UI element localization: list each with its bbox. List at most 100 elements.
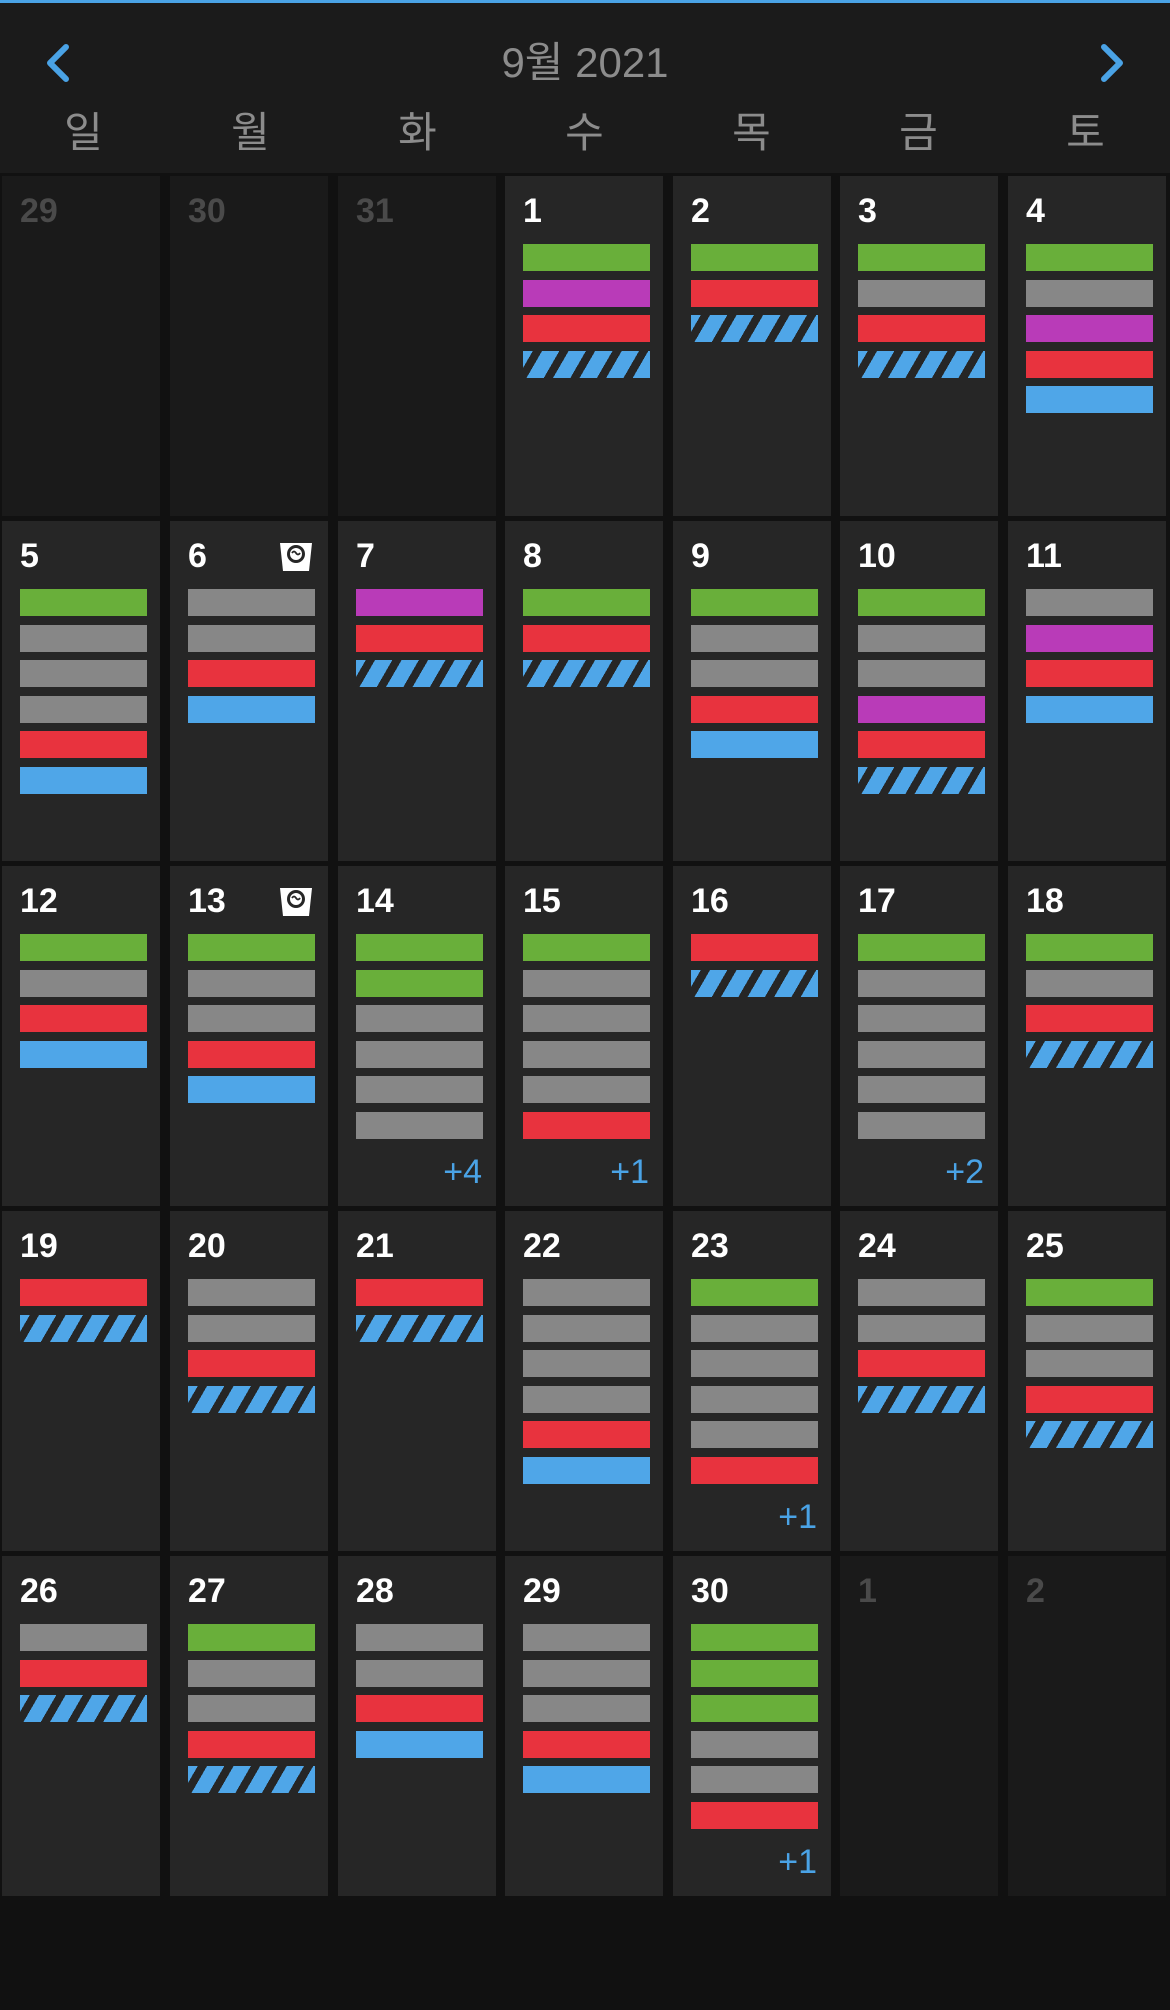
day-cell[interactable]: 16 (673, 866, 831, 1206)
event-bar[interactable] (20, 731, 147, 758)
event-bar[interactable] (691, 244, 818, 271)
event-bar[interactable] (1026, 1040, 1153, 1068)
event-bar[interactable] (20, 934, 147, 961)
event-bar[interactable] (858, 731, 985, 758)
event-bar[interactable] (523, 969, 650, 997)
event-bar[interactable] (523, 1111, 650, 1139)
more-events-count[interactable]: +2 (945, 1153, 984, 1192)
event-bar[interactable] (356, 1730, 483, 1758)
event-bar[interactable] (858, 1076, 985, 1103)
day-cell[interactable]: 15 +1 (505, 866, 663, 1206)
event-bar[interactable] (20, 660, 147, 687)
event-bar[interactable] (858, 934, 985, 961)
event-bar[interactable] (1026, 386, 1153, 413)
event-bar[interactable] (20, 1695, 147, 1722)
event-bar[interactable] (1026, 350, 1153, 378)
event-bar[interactable] (1026, 1005, 1153, 1032)
day-cell[interactable]: 26 (2, 1556, 160, 1896)
event-bar[interactable] (691, 1350, 818, 1377)
day-cell[interactable]: 14 +4 (338, 866, 496, 1206)
event-bar[interactable] (188, 1659, 315, 1687)
day-cell[interactable]: 7 (338, 521, 496, 861)
more-events-count[interactable]: +1 (778, 1498, 817, 1537)
event-bar[interactable] (691, 660, 818, 687)
event-bar[interactable] (523, 1385, 650, 1413)
event-bar[interactable] (356, 934, 483, 961)
event-bar[interactable] (188, 695, 315, 723)
event-bar[interactable] (858, 244, 985, 271)
day-cell[interactable]: 9 (673, 521, 831, 861)
event-bar[interactable] (523, 1279, 650, 1306)
day-cell[interactable]: 24 (840, 1211, 998, 1551)
event-bar[interactable] (523, 1350, 650, 1377)
day-cell[interactable]: 13 (170, 866, 328, 1206)
event-bar[interactable] (523, 660, 650, 687)
event-bar[interactable] (691, 1659, 818, 1687)
day-cell[interactable]: 25 (1008, 1211, 1166, 1551)
event-bar[interactable] (188, 1730, 315, 1758)
event-bar[interactable] (1026, 315, 1153, 342)
event-bar[interactable] (523, 1766, 650, 1793)
event-bar[interactable] (523, 1076, 650, 1103)
event-bar[interactable] (523, 1456, 650, 1484)
day-cell[interactable]: 2 (673, 176, 831, 516)
event-bar[interactable] (188, 1005, 315, 1032)
event-bar[interactable] (1026, 1279, 1153, 1306)
event-bar[interactable] (858, 766, 985, 794)
event-bar[interactable] (20, 1279, 147, 1306)
event-bar[interactable] (1026, 695, 1153, 723)
event-bar[interactable] (523, 1005, 650, 1032)
event-bar[interactable] (356, 589, 483, 616)
event-bar[interactable] (20, 1659, 147, 1687)
event-bar[interactable] (1026, 244, 1153, 271)
event-bar[interactable] (523, 1695, 650, 1722)
event-bar[interactable] (691, 279, 818, 307)
event-bar[interactable] (523, 279, 650, 307)
event-bar[interactable] (858, 315, 985, 342)
event-bar[interactable] (691, 589, 818, 616)
event-bar[interactable] (356, 1279, 483, 1306)
event-bar[interactable] (858, 1005, 985, 1032)
event-bar[interactable] (858, 1385, 985, 1413)
event-bar[interactable] (858, 589, 985, 616)
event-bar[interactable] (523, 1730, 650, 1758)
day-cell[interactable]: 30 (170, 176, 328, 516)
event-bar[interactable] (188, 1695, 315, 1722)
event-bar[interactable] (188, 1385, 315, 1413)
day-cell[interactable]: 29 (505, 1556, 663, 1896)
event-bar[interactable] (20, 1314, 147, 1342)
event-bar[interactable] (188, 1766, 315, 1793)
day-cell[interactable]: 23 +1 (673, 1211, 831, 1551)
event-bar[interactable] (691, 969, 818, 997)
event-bar[interactable] (188, 1279, 315, 1306)
event-bar[interactable] (523, 350, 650, 378)
day-cell[interactable]: 28 (338, 1556, 496, 1896)
event-bar[interactable] (356, 1005, 483, 1032)
event-bar[interactable] (188, 1350, 315, 1377)
day-cell[interactable]: 19 (2, 1211, 160, 1551)
day-cell[interactable]: 4 (1008, 176, 1166, 516)
event-bar[interactable] (523, 1659, 650, 1687)
day-cell[interactable]: 6 (170, 521, 328, 861)
event-bar[interactable] (523, 589, 650, 616)
day-cell[interactable]: 30 +1 (673, 1556, 831, 1896)
day-cell[interactable]: 12 (2, 866, 160, 1206)
day-cell[interactable]: 21 (338, 1211, 496, 1551)
event-bar[interactable] (858, 1279, 985, 1306)
next-month-button[interactable] (1080, 33, 1140, 93)
event-bar[interactable] (691, 731, 818, 758)
event-bar[interactable] (1026, 934, 1153, 961)
event-bar[interactable] (1026, 969, 1153, 997)
day-cell[interactable]: 18 (1008, 866, 1166, 1206)
event-bar[interactable] (523, 244, 650, 271)
day-cell[interactable]: 2 (1008, 1556, 1166, 1896)
event-bar[interactable] (188, 1076, 315, 1103)
event-bar[interactable] (356, 1659, 483, 1687)
event-bar[interactable] (188, 1314, 315, 1342)
event-bar[interactable] (1026, 589, 1153, 616)
event-bar[interactable] (858, 624, 985, 652)
event-bar[interactable] (691, 1421, 818, 1448)
event-bar[interactable] (858, 1350, 985, 1377)
event-bar[interactable] (523, 1421, 650, 1448)
day-cell[interactable]: 11 (1008, 521, 1166, 861)
